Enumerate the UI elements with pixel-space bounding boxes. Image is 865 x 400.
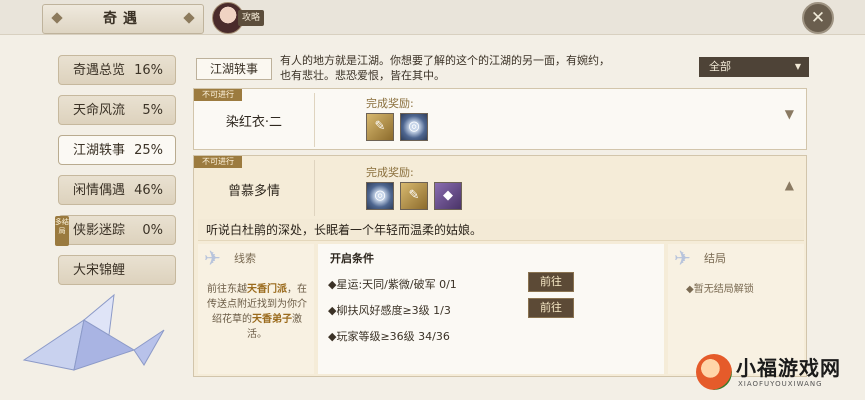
conditions-title: 开启条件 [330, 252, 374, 265]
condition-row: ◆星运:天同/紫微/破军 0/1 [328, 278, 457, 291]
category-label: 江湖轶事 [196, 58, 272, 80]
sidebar-item-label: 江湖轶事 [73, 143, 126, 158]
clue-highlight: 天香弟子 [252, 314, 292, 325]
divider [314, 93, 315, 147]
encounter-card[interactable]: 不可进行 染红衣·二 完成奖励: ✎ ◎ ▼ [193, 88, 807, 150]
sidebar-item-label: 闲情偶遇 [73, 183, 126, 198]
ending-title: 结局 [704, 252, 726, 265]
clue-title: 线索 [234, 252, 256, 265]
sidebar-item-pct: 25% [134, 143, 163, 158]
watermark-subtext: XIAOFUYOUXIWANG [738, 380, 823, 388]
sidebar-item-koi[interactable]: 大宋锦鲤 [58, 255, 176, 285]
collapse-icon[interactable]: ▲ [785, 178, 794, 192]
encounter-card-expanded[interactable]: 不可进行 曾慕多情 完成奖励: ◎ ✎ ◆ ▲ 听说白杜鹃的深处，长眠着一个年轻… [193, 155, 807, 377]
paper-crane-icon: ✈ [204, 246, 221, 270]
sidebar-item-label: 天命风流 [73, 103, 126, 118]
sidebar-item-label: 侠影迷踪 [73, 223, 126, 238]
close-icon: ✕ [810, 8, 826, 28]
watermark-logo-icon [696, 354, 732, 390]
sidebar-item-hero-trail[interactable]: 多结局 侠影迷踪 0% [55, 215, 176, 246]
gold-scroll-icon[interactable]: ✎ [400, 182, 428, 210]
clue-text: 前往东越天香门派，在传送点附近找到为你介绍花草的天香弟子激活。 [207, 284, 307, 340]
multi-ending-tag: 多结局 [55, 216, 69, 246]
guide-button[interactable]: 攻略 [238, 10, 264, 26]
sidebar-item-overview[interactable]: 奇遇总览 16% [58, 55, 176, 85]
top-bar: 奇遇 攻略 ✕ [0, 0, 865, 35]
sidebar-item-destiny[interactable]: 天命风流 5% [58, 95, 176, 125]
sidebar-item-pct: 0% [142, 223, 163, 238]
close-button[interactable]: ✕ [802, 2, 834, 34]
condition-row: ◆柳扶风好感度≥3级 1/3 [328, 304, 451, 317]
encounter-quote: 听说白杜鹃的深处，长眠着一个年轻而温柔的姑娘。 [198, 219, 804, 241]
divider [314, 160, 315, 216]
blue-orb-icon[interactable]: ◎ [366, 182, 394, 210]
blue-orb-icon[interactable]: ◎ [400, 113, 428, 141]
filter-dropdown[interactable]: 全部 ▼ [699, 57, 809, 77]
category-sidebar: 奇遇总览 16% 天命风流 5% 江湖轶事 25% 闲情偶遇 46% 多结局 侠… [55, 55, 176, 295]
reward-label: 完成奖励: [366, 166, 414, 179]
chevron-down-icon: ▼ [794, 62, 801, 71]
clue-highlight: 天香门派 [247, 284, 287, 295]
gold-scroll-icon[interactable]: ✎ [366, 113, 394, 141]
sidebar-item-pct: 5% [142, 103, 163, 118]
purple-book-icon[interactable]: ◆ [434, 182, 462, 210]
ending-text: ◆暂无结局解锁 [686, 284, 754, 295]
sidebar-item-label: 大宋锦鲤 [73, 263, 126, 278]
status-badge: 不可进行 [194, 89, 242, 101]
reward-label: 完成奖励: [366, 97, 414, 110]
encounter-name: 染红衣·二 [225, 115, 283, 130]
clue-panel: ✈ 线索 前往东越天香门派，在传送点附近找到为你介绍花草的天香弟子激活。 [198, 244, 314, 374]
page-title-text: 奇遇 [103, 11, 143, 27]
encounter-name: 曾慕多情 [227, 184, 280, 199]
diamond-ornament-icon [51, 12, 63, 24]
goto-button[interactable]: 前往 [528, 298, 574, 318]
conditions-panel: 开启条件 ◆星运:天同/紫微/破军 0/1 前往 ◆柳扶风好感度≥3级 1/3 … [318, 244, 664, 374]
paper-crane-icon: ✈ [674, 246, 691, 270]
filter-value: 全部 [709, 60, 731, 73]
goto-button[interactable]: 前往 [528, 272, 574, 292]
condition-row: ◆玩家等级≥36级 34/36 [328, 330, 450, 343]
sidebar-item-pct: 16% [134, 63, 163, 78]
sidebar-item-leisure[interactable]: 闲情偶遇 46% [58, 175, 176, 205]
sidebar-item-jianghu[interactable]: 江湖轶事 25% [58, 135, 176, 165]
watermark: 小福游戏网 XIAOFUYOUXIWANG [696, 352, 861, 396]
category-description: 有人的地方就是江湖。你想要了解的这个的江湖的另一面，有婉约，也有悲壮。悲恐爱恨，… [280, 54, 610, 82]
status-badge: 不可进行 [194, 156, 242, 168]
diamond-ornament-icon [183, 12, 195, 24]
watermark-text: 小福游戏网 [736, 356, 841, 380]
expand-icon[interactable]: ▼ [785, 107, 794, 121]
sidebar-item-pct: 46% [134, 183, 163, 198]
page-title: 奇遇 [42, 4, 204, 34]
sidebar-item-label: 奇遇总览 [73, 63, 126, 78]
paper-crane-decoration-icon [22, 293, 165, 371]
